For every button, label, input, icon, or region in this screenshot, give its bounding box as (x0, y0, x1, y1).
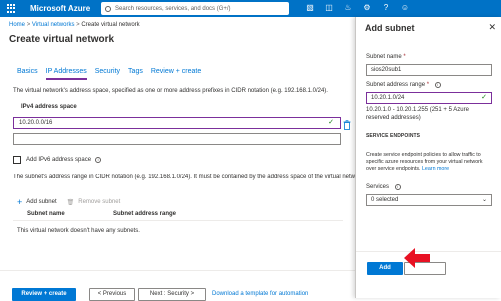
column-subnet-address-range: Subnet address range (113, 211, 177, 217)
next-button[interactable]: Next : Security > (138, 288, 206, 301)
check-icon: ✓ (481, 94, 487, 101)
subnet-actions: + Add subnet 🗑 Remove subnet (17, 197, 120, 207)
search-icon (105, 5, 111, 12)
close-icon[interactable]: ✕ (488, 22, 496, 33)
notifications-icon[interactable]: ♨ (343, 3, 353, 13)
address-range-value: 10.20.1.0/24 (371, 95, 405, 101)
chevron-down-icon: ⌄ (481, 197, 487, 203)
learn-more-link[interactable]: Learn more (422, 166, 449, 172)
service-endpoints-text: Create service endpoint policies to allo… (366, 152, 494, 173)
tab-tags[interactable]: Tags (128, 68, 143, 80)
subnet-name-label: Subnet name * (366, 54, 406, 60)
subnet-name-input[interactable]: sios20sub1 (366, 64, 492, 76)
directory-filter-icon[interactable]: ◫ (324, 3, 334, 13)
add-button[interactable]: Add (367, 262, 403, 275)
breadcrumb-separator: > (76, 22, 80, 28)
tab-bar: Basics IP Addresses Security Tags Review… (17, 68, 209, 80)
review-create-button[interactable]: Review + create (12, 288, 76, 301)
address-range-input[interactable]: 10.20.1.0/24 ✓ (366, 92, 492, 104)
check-icon: ✓ (328, 119, 334, 126)
search-placeholder: Search resources, services, and docs (G+… (115, 5, 231, 12)
remove-subnet-button[interactable]: 🗑 Remove subnet (67, 199, 121, 206)
brand-name[interactable]: Microsoft Azure (30, 4, 90, 13)
cloud-shell-icon[interactable]: ▧ (305, 3, 315, 13)
top-bar-icons: ▧ ◫ ♨ ⚙ ? ☺ (305, 3, 410, 13)
waffle-icon[interactable] (7, 4, 16, 13)
subnet-description: The subnet's address range in CIDR notat… (13, 174, 355, 180)
trash-icon: 🗑 (66, 199, 75, 206)
required-marker: * (426, 82, 430, 88)
panel-title: Add subnet (365, 23, 415, 33)
services-dropdown[interactable]: 0 selected ⌄ (366, 194, 492, 206)
breadcrumb-separator: > (26, 22, 31, 28)
subnet-name-value: sios20sub1 (371, 67, 402, 73)
top-bar: Microsoft Azure Search resources, servic… (0, 0, 501, 17)
empty-table-message: This virtual network doesn't have any su… (17, 228, 140, 234)
breadcrumb-current: Create virtual network (81, 22, 140, 28)
breadcrumb-home[interactable]: Home (9, 22, 25, 28)
breadcrumb: Home > Virtual networks > Create virtual… (9, 22, 140, 28)
address-range-label-text: Subnet address range (366, 82, 426, 88)
footer-divider (0, 270, 355, 271)
global-search-input[interactable]: Search resources, services, and docs (G+… (101, 2, 289, 15)
address-range-hint: 10.20.1.0 - 10.20.1.255 (251 + 5 Azure r… (366, 107, 469, 121)
red-arrow-annotation (404, 248, 430, 268)
remove-subnet-label: Remove subnet (78, 199, 121, 205)
services-label-text: Services (366, 184, 390, 190)
ipv6-checkbox-row[interactable]: Add IPv6 address space i (13, 156, 102, 164)
subnet-name-label-text: Subnet name (366, 54, 402, 60)
tab-security[interactable]: Security (95, 68, 120, 80)
add-subnet-button[interactable]: + Add subnet (17, 197, 57, 207)
ipv6-checkbox[interactable] (13, 156, 21, 164)
services-selected-value: 0 selected (371, 197, 399, 203)
ipv4-address-input[interactable]: 10.20.0.0/16 ✓ (13, 117, 341, 129)
info-icon[interactable]: i (394, 184, 401, 190)
add-subnet-label: Add subnet (26, 199, 57, 205)
ipv4-address-empty-input[interactable] (13, 133, 341, 145)
services-label: Services i (366, 184, 401, 190)
settings-icon[interactable]: ⚙ (362, 3, 372, 13)
help-icon[interactable]: ? (381, 3, 391, 13)
ipv6-label: Add IPv6 address space (26, 157, 92, 163)
subnet-table-header: Subnet name Subnet address range (13, 211, 343, 221)
create-vnet-blade: Home > Virtual networks > Create virtual… (0, 17, 355, 301)
previous-button[interactable]: < Previous (89, 288, 135, 301)
info-icon[interactable]: i (434, 82, 441, 88)
address-space-description: The virtual network's address space, spe… (13, 88, 328, 94)
trash-icon[interactable] (343, 117, 351, 130)
info-icon[interactable]: i (95, 157, 102, 163)
plus-icon: + (17, 197, 23, 207)
ipv4-label: IPv4 address space (21, 104, 77, 110)
ipv4-address-value: 10.20.0.0/16 (19, 120, 53, 126)
page-title: Create virtual network (9, 34, 115, 45)
column-subnet-name: Subnet name (27, 211, 65, 217)
feedback-icon[interactable]: ☺ (400, 3, 410, 13)
tab-ip-addresses[interactable]: IP Addresses (45, 68, 87, 80)
service-endpoints-heading: SERVICE ENDPOINTS (366, 133, 421, 139)
address-range-label: Subnet address range * i (366, 82, 441, 88)
tab-review-create[interactable]: Review + create (151, 68, 201, 80)
required-marker: * (403, 54, 406, 60)
download-template-link[interactable]: Download a template for automation (212, 291, 308, 297)
tab-basics[interactable]: Basics (17, 68, 38, 80)
breadcrumb-virtual-networks[interactable]: Virtual networks (32, 22, 75, 28)
